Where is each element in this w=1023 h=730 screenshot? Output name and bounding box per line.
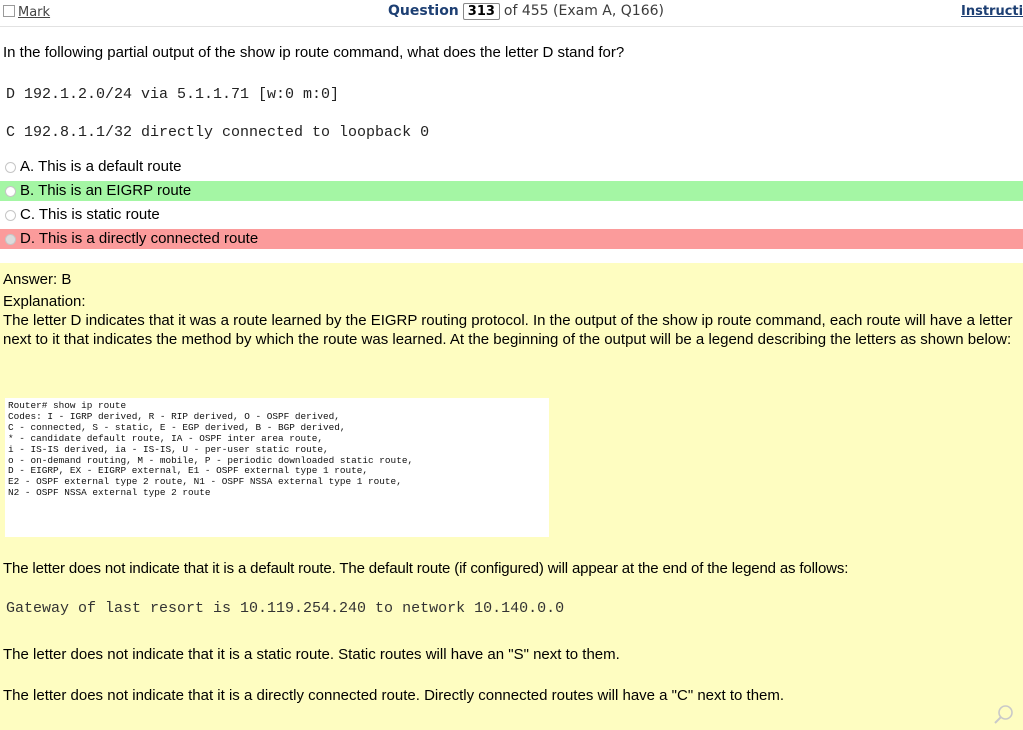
question-number-input[interactable]: 313 [462,3,500,20]
radio-icon[interactable] [5,210,16,221]
instructions-link[interactable]: Instructio [961,4,1023,19]
explanation-heading: Explanation: [3,293,86,310]
question-word: Question [388,3,459,19]
option-label: A. This is a default route [20,158,182,175]
code-line: C 192.8.1.1/32 directly connected to loo… [6,124,430,141]
question-counter: Question 313 of 455 (Exam A, Q166) [388,3,664,20]
question-total: of 455 (Exam A, Q166) [503,3,664,19]
answer-text: Answer: B [3,271,72,288]
top-bar: Mark Question 313 of 455 (Exam A, Q166) In… [0,0,1023,27]
checkbox-icon[interactable] [3,5,15,17]
gateway-line: Gateway of last resort is 10.119.254.240… [6,600,565,617]
magnifier-icon[interactable] [992,703,1016,727]
option-label: C. This is static route [20,206,160,223]
radio-icon[interactable] [5,186,16,197]
option-b[interactable]: B. This is an EIGRP route [0,181,1023,201]
paragraph-connected-route: The letter does not indicate that it is … [3,687,785,704]
code-line: D 192.1.2.0/24 via 5.1.1.71 [w:0 m:0] [6,86,340,103]
paragraph-default-route: The letter does not indicate that it is … [3,560,849,577]
route-legend-image: Router# show ip route Codes: I - IGRP de… [5,398,549,537]
option-a[interactable]: A. This is a default route [0,157,1023,177]
mark-checkbox[interactable]: Mark [3,5,50,20]
radio-selected-icon[interactable] [5,234,16,245]
mark-label[interactable]: Mark [18,5,50,20]
option-label: B. This is an EIGRP route [20,182,192,199]
radio-icon[interactable] [5,162,16,173]
option-label: D. This is a directly connected route [20,230,259,247]
paragraph-static-route: The letter does not indicate that it is … [3,646,620,663]
legend-line: * - candidate default route, IA - OSPF i… [8,432,324,444]
explanation-panel: Answer: B Explanation: The letter D indi… [0,263,1023,730]
option-d[interactable]: D. This is a directly connected route [0,229,1023,249]
legend-line: N2 - OSPF NSSA external type 2 route [8,487,211,499]
explanation-text: The letter D indicates that it was a rou… [3,312,1013,348]
option-c[interactable]: C. This is static route [0,205,1023,225]
legend-line: i - IS-IS derived, ia - IS-IS, U - per-u… [8,443,329,455]
question-stem: In the following partial output of the s… [3,44,625,61]
